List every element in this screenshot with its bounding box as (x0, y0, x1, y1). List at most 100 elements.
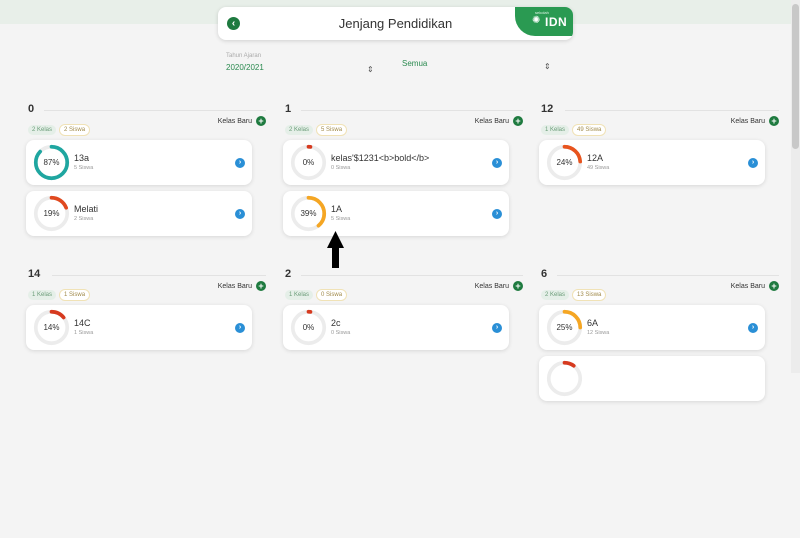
progress-ring: 24% (546, 144, 583, 181)
progress-percent: 19% (43, 209, 60, 218)
add-class-label: Kelas Baru (217, 282, 252, 290)
siswa-count-badge: 1 Siswa (59, 289, 91, 301)
class-name: 13a (74, 153, 90, 163)
progress-ring-svg (546, 360, 583, 397)
plus-icon[interactable]: + (513, 281, 523, 291)
year-filter[interactable]: Tahun Ajaran 2020/2021 (226, 53, 264, 72)
progress-percent: 39% (300, 209, 317, 218)
kelas-count-badge: 1 Kelas (285, 290, 314, 300)
add-class-button[interactable]: Kelas Baru + (218, 281, 266, 291)
chevron-right-icon[interactable]: › (492, 209, 502, 219)
add-class-label: Kelas Baru (474, 117, 509, 125)
level-badges: 1 Kelas 1 Siswa (28, 283, 93, 301)
pointer-arrow-icon (327, 231, 344, 268)
class-name: 14C (74, 318, 91, 328)
scrollbar[interactable] (791, 0, 800, 373)
chevron-right-icon[interactable]: › (235, 158, 245, 168)
level-group: 21 Kelas 0 Siswa Kelas Baru +0% 2c 0 Siswa › (283, 268, 523, 538)
class-student-count: 49 Siswa (587, 165, 610, 171)
progress-ring: 39% (290, 195, 327, 232)
logo-text: IDN (545, 15, 568, 29)
level-group-divider (301, 275, 523, 276)
header-card: ‹ Jenjang Pendidikan sekolah ✺ IDN (218, 7, 573, 40)
siswa-count-badge: 49 Siswa (572, 124, 607, 136)
progress-ring (546, 360, 583, 397)
plus-icon[interactable]: + (513, 116, 523, 126)
add-class-label: Kelas Baru (217, 117, 252, 125)
scope-select-arrows-icon[interactable]: ⇕ (544, 62, 551, 71)
class-name: 6A (587, 318, 599, 328)
level-badges: 1 Kelas 0 Siswa (285, 283, 350, 301)
chevron-right-icon[interactable]: › (492, 323, 502, 333)
class-name: Melati (74, 204, 99, 214)
progress-ring: 19% (33, 195, 70, 232)
siswa-count-badge: 5 Siswa (316, 124, 348, 136)
class-card[interactable] (539, 356, 765, 401)
class-name: 2c (331, 318, 341, 328)
chevron-right-icon[interactable]: › (235, 209, 245, 219)
class-student-count: 12 Siswa (587, 330, 610, 336)
siswa-count-badge: 13 Siswa (572, 289, 607, 301)
logo: sekolah ✺ IDN (515, 7, 573, 36)
add-class-label: Kelas Baru (730, 117, 765, 125)
class-name: 12A (587, 153, 604, 163)
class-card[interactable]: 14% 14C 1 Siswa › (26, 305, 252, 350)
chevron-right-icon[interactable]: › (492, 158, 502, 168)
kelas-count-badge: 2 Kelas (541, 290, 570, 300)
scope-filter[interactable]: Semua (402, 59, 427, 68)
chevron-right-icon[interactable]: › (748, 323, 758, 333)
progress-ring: 0% (290, 309, 327, 346)
plus-icon[interactable]: + (769, 281, 779, 291)
add-class-label: Kelas Baru (474, 282, 509, 290)
level-group-divider (301, 110, 523, 111)
plus-icon[interactable]: + (256, 116, 266, 126)
class-student-count: 0 Siswa (331, 330, 351, 336)
add-class-button[interactable]: Kelas Baru + (218, 116, 266, 126)
plus-icon[interactable]: + (769, 116, 779, 126)
class-card[interactable]: 87% 13a 5 Siswa › (26, 140, 252, 185)
progress-percent: 0% (302, 158, 315, 167)
class-card[interactable]: 0% kelas'$1231<b>bold</b> 0 Siswa › (283, 140, 509, 185)
plus-icon[interactable]: + (256, 281, 266, 291)
class-card[interactable]: 39% 1A 5 Siswa › (283, 191, 509, 236)
progress-ring: 14% (33, 309, 70, 346)
level-group: 62 Kelas 13 Siswa Kelas Baru +25% 6A 12 Siswa… (539, 268, 779, 538)
class-student-count: 5 Siswa (331, 216, 351, 222)
level-group-divider (44, 110, 266, 111)
class-card[interactable]: 25% 6A 12 Siswa › (539, 305, 765, 350)
year-select-arrows-icon[interactable]: ⇕ (367, 65, 374, 74)
progress-ring: 87% (33, 144, 70, 181)
progress-ring-track (546, 360, 583, 397)
class-card[interactable]: 24% 12A 49 Siswa › (539, 140, 765, 185)
level-badges: 2 Kelas 5 Siswa (285, 118, 350, 136)
add-class-label: Kelas Baru (730, 282, 765, 290)
kelas-count-badge: 2 Kelas (28, 125, 57, 135)
level-badges: 1 Kelas 49 Siswa (541, 118, 609, 136)
add-class-button[interactable]: Kelas Baru + (475, 116, 523, 126)
sun-icon: ✺ (532, 15, 541, 26)
add-class-button[interactable]: Kelas Baru + (475, 281, 523, 291)
class-card[interactable]: 19% Melati 2 Siswa › (26, 191, 252, 236)
progress-percent: 14% (43, 323, 60, 332)
progress-percent: 87% (43, 158, 60, 167)
level-group-divider (565, 110, 779, 111)
siswa-count-badge: 2 Siswa (59, 124, 91, 136)
siswa-count-badge: 0 Siswa (316, 289, 348, 301)
class-student-count: 0 Siswa (331, 165, 351, 171)
scope-filter-value: Semua (402, 59, 428, 68)
class-student-count: 5 Siswa (74, 165, 94, 171)
add-class-button[interactable]: Kelas Baru + (731, 116, 779, 126)
chevron-right-icon[interactable]: › (748, 158, 758, 168)
add-class-button[interactable]: Kelas Baru + (731, 281, 779, 291)
class-card[interactable]: 0% 2c 0 Siswa › (283, 305, 509, 350)
kelas-count-badge: 2 Kelas (285, 125, 314, 135)
year-filter-value: 2020/2021 (226, 63, 264, 72)
chevron-right-icon[interactable]: › (235, 323, 245, 333)
progress-percent: 25% (556, 323, 573, 332)
level-group-divider (52, 275, 266, 276)
progress-ring: 0% (290, 144, 327, 181)
scrollbar-thumb[interactable] (792, 4, 799, 149)
class-student-count: 1 Siswa (74, 330, 94, 336)
progress-percent: 0% (302, 323, 315, 332)
class-name: kelas'$1231<b>bold</b> (331, 153, 430, 163)
